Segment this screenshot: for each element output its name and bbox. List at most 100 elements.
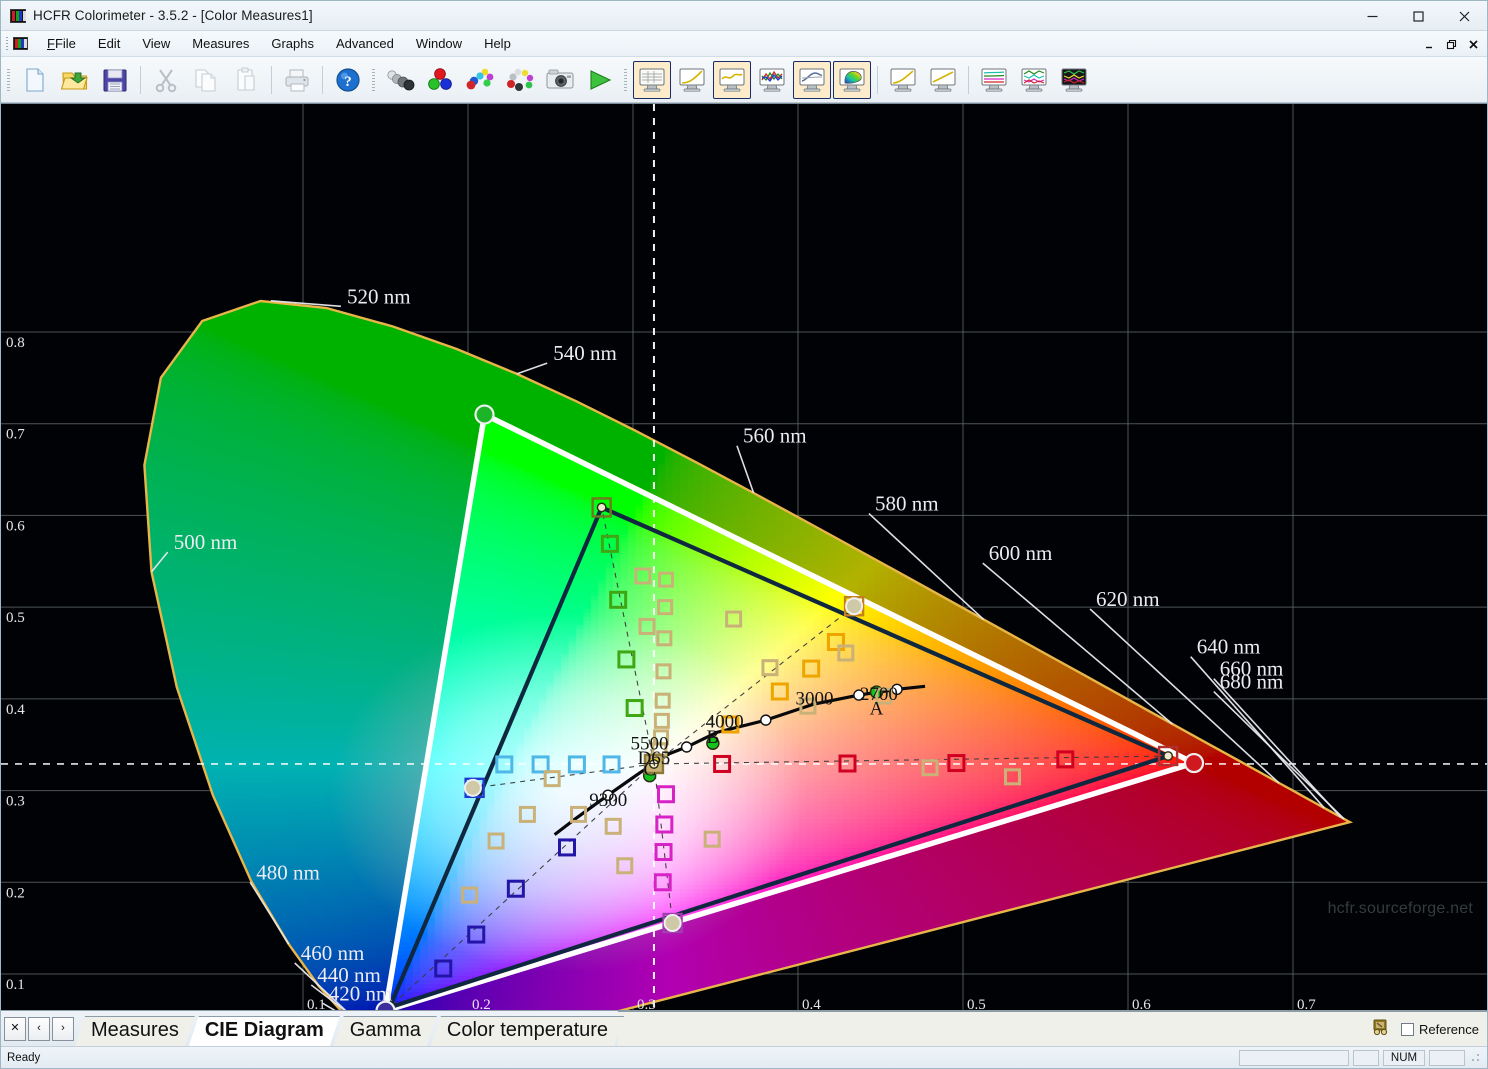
cie-diagram-svg[interactable]: 520 nm 540 nm 560 nm 580 nm 600 nm 620 nm 640 … xyxy=(1,104,1487,1010)
tab-next-button[interactable]: › xyxy=(52,1016,74,1041)
tab-list: Measures CIE Diagram Gamma Color tempera… xyxy=(75,1011,618,1046)
x-tick-label: 0.3 xyxy=(637,997,656,1010)
menu-label-window: Window xyxy=(416,36,462,51)
planckian-label: 9300 xyxy=(589,790,627,811)
paste-clipboard-button[interactable] xyxy=(227,61,265,99)
planckian-label: C xyxy=(643,760,656,781)
full-measure-button[interactable] xyxy=(501,61,539,99)
svg-text:?: ? xyxy=(344,74,352,90)
x-tick-label: 0.2 xyxy=(472,997,491,1010)
close-button[interactable] xyxy=(1441,1,1487,31)
mdi-minimize-button[interactable] xyxy=(1419,34,1439,54)
graph-multi-button[interactable] xyxy=(1055,61,1093,99)
tab-label-gamma: Gamma xyxy=(350,1019,421,1042)
toolbar-grip-handle[interactable] xyxy=(5,66,13,94)
y-tick-label: 0.6 xyxy=(6,518,25,534)
menu-label-edit: Edit xyxy=(98,36,120,51)
y-tick-label: 0.3 xyxy=(6,794,25,810)
menu-item-help[interactable]: Help xyxy=(473,33,522,54)
tab-cie-diagram[interactable]: CIE Diagram xyxy=(189,1016,340,1046)
menu-app-icon xyxy=(13,37,28,50)
watermark-label: hcfr.sourceforge.net xyxy=(1328,900,1473,918)
menu-item-advanced[interactable]: Advanced xyxy=(325,33,405,54)
menu-label-file: File xyxy=(48,36,76,51)
x-tick-label: 0.5 xyxy=(967,997,986,1010)
y-tick-label: 0.2 xyxy=(6,885,25,901)
menu-item-window[interactable]: Window xyxy=(405,33,473,54)
menu-bar: FFile Edit View Measures Graphs Advanced… xyxy=(1,31,1487,57)
graph-cie-diagram-button[interactable] xyxy=(833,60,871,99)
y-tick-label: 0.5 xyxy=(6,610,25,626)
open-folder-button[interactable] xyxy=(56,61,94,99)
graph-rgb-lines-button[interactable] xyxy=(975,61,1013,99)
tab-close-button[interactable]: ✕ xyxy=(4,1016,26,1041)
graph-gamma-curve-button[interactable] xyxy=(673,61,711,99)
toolbar-separator xyxy=(968,65,969,94)
help-question-button[interactable]: ? xyxy=(329,61,367,99)
menu-item-edit[interactable]: Edit xyxy=(87,33,131,54)
resize-grip-icon[interactable] xyxy=(1469,1050,1483,1065)
reference-checkbox[interactable]: Reference xyxy=(1401,1022,1479,1037)
menu-item-graphs[interactable]: Graphs xyxy=(260,33,325,54)
wavelength-label: 500 nm xyxy=(174,530,238,554)
tab-label-color-temperature: Color temperature xyxy=(447,1019,608,1042)
y-tick-label: 0.7 xyxy=(6,427,25,443)
cie-diagram-plot[interactable]: 520 nm 540 nm 560 nm 580 nm 600 nm 620 nm 640 … xyxy=(1,103,1487,1010)
menu-item-measures[interactable]: Measures xyxy=(181,33,260,54)
tab-color-temperature[interactable]: Color temperature xyxy=(431,1016,624,1046)
run-play-button[interactable] xyxy=(581,61,619,99)
x-tick-label: 0.4 xyxy=(802,997,821,1010)
wavelength-label: 680 nm xyxy=(1220,670,1284,694)
maximize-button[interactable] xyxy=(1395,1,1441,31)
primaries-measure-button[interactable] xyxy=(421,61,459,99)
status-pane-num: NUM xyxy=(1383,1049,1425,1066)
planckian-label: B xyxy=(707,727,720,748)
x-tick-label: 0.7 xyxy=(1297,997,1316,1010)
cut-scissors-button[interactable] xyxy=(147,61,185,99)
planckian-label: A xyxy=(870,698,884,719)
toolbar-grip-handle[interactable] xyxy=(622,66,630,94)
reference-checkbox-box[interactable] xyxy=(1401,1022,1415,1036)
graph-gamma2-button[interactable] xyxy=(924,61,962,99)
tab-label-measures: Measures xyxy=(91,1019,179,1042)
saturations-measure-button[interactable] xyxy=(461,61,499,99)
graph-rgb-levels-button[interactable] xyxy=(713,60,751,99)
toolbar-separator xyxy=(322,65,323,94)
tab-measures[interactable]: Measures xyxy=(75,1016,195,1046)
graph-luminance-button[interactable] xyxy=(884,61,922,99)
menu-item-view[interactable]: View xyxy=(131,33,181,54)
toolbar-grip-handle[interactable] xyxy=(370,66,378,94)
capture-camera-button[interactable] xyxy=(541,61,579,99)
status-bar: Ready NUM xyxy=(1,1046,1487,1068)
status-panes: NUM xyxy=(1235,1049,1487,1066)
graph-measures-table-button[interactable] xyxy=(633,60,671,99)
planckian-label: 3000 xyxy=(796,688,834,709)
menu-item-file[interactable]: FFile xyxy=(36,33,87,54)
mdi-child-controls xyxy=(1419,31,1483,57)
wavelength-label: 600 nm xyxy=(989,541,1053,565)
menu-label-graphs: Graphs xyxy=(271,36,314,51)
graph-near-black-button[interactable] xyxy=(753,61,791,99)
minimize-button[interactable] xyxy=(1349,1,1395,31)
menu-label-advanced: Advanced xyxy=(336,36,394,51)
wavelength-label: 420 nm xyxy=(329,981,393,1005)
y-tick-label: 0.8 xyxy=(6,335,25,351)
new-document-button[interactable] xyxy=(16,61,54,99)
status-pane-4 xyxy=(1429,1049,1465,1066)
mdi-close-button[interactable] xyxy=(1463,34,1483,54)
tab-gamma[interactable]: Gamma xyxy=(334,1016,437,1046)
application-window: HCFR Colorimeter - 3.5.2 - [Color Measur… xyxy=(0,0,1488,1069)
grayscale-measure-button[interactable] xyxy=(381,61,419,99)
mdi-restore-button[interactable] xyxy=(1441,34,1461,54)
graph-color-temp-button[interactable] xyxy=(1015,61,1053,99)
menu-grip-handle[interactable] xyxy=(4,36,11,52)
sensor-icon[interactable] xyxy=(1371,1017,1391,1042)
print-printer-button[interactable] xyxy=(278,61,316,99)
y-tick-label: 0.4 xyxy=(6,702,25,718)
copy-pages-button[interactable] xyxy=(187,61,225,99)
graph-near-white-button[interactable] xyxy=(793,60,831,99)
tab-prev-button[interactable]: ‹ xyxy=(28,1016,50,1041)
status-pane-1 xyxy=(1239,1049,1349,1066)
save-floppy-button[interactable] xyxy=(96,61,134,99)
app-logo-icon xyxy=(10,8,26,23)
